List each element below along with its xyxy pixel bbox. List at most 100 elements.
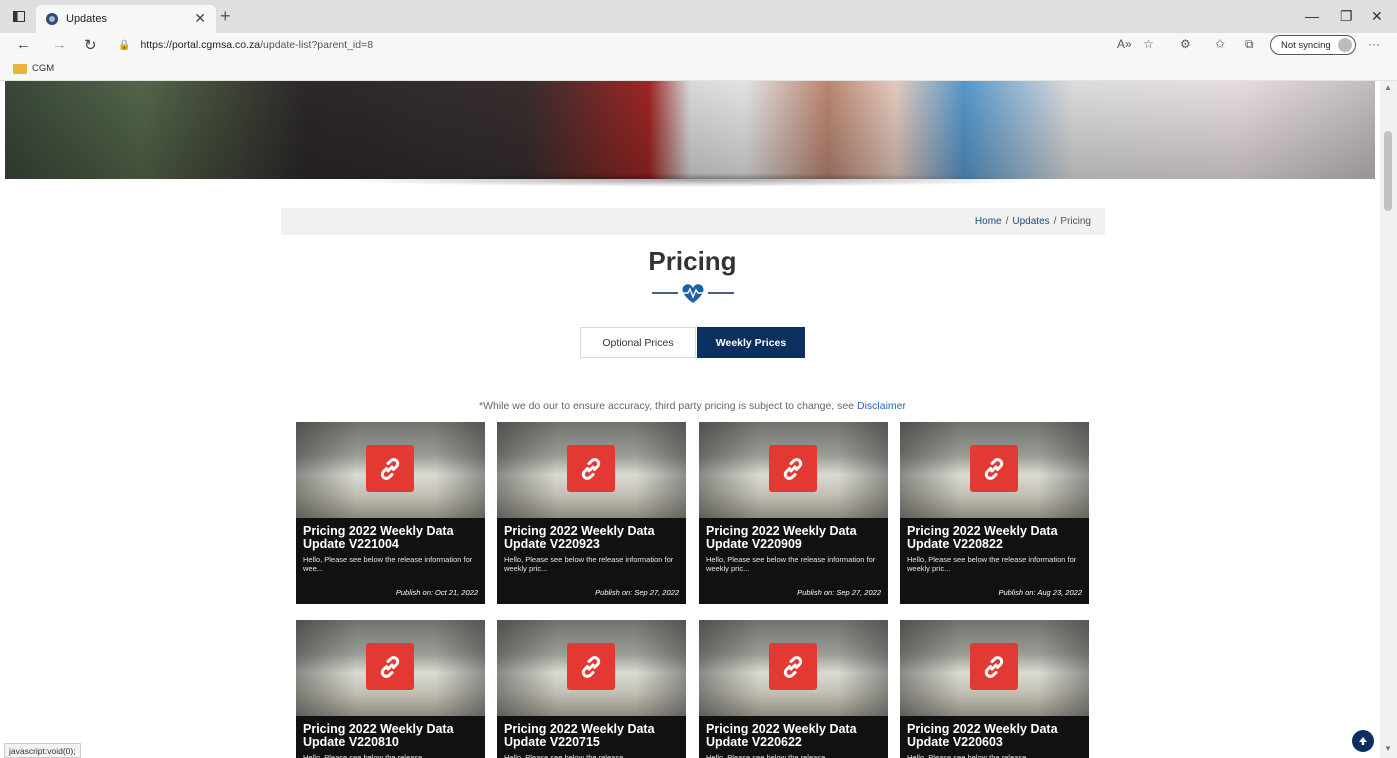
link-icon [366,445,414,492]
card-image-shade [497,620,557,716]
card-excerpt: Hello, Please see below the release info… [303,555,473,573]
card-publish-date: Publish on: Sep 27, 2022 [797,588,881,597]
card-image-shade [497,422,557,518]
card-body: Pricing 2022 Weekly Data Update V220603 H… [900,716,1089,758]
restore-icon[interactable]: ❐ [1340,8,1353,25]
update-card[interactable]: Pricing 2022 Weekly Data Update V220603 H… [900,620,1089,758]
collections-icon[interactable]: ⧉ [1245,37,1254,52]
update-card[interactable]: Pricing 2022 Weekly Data Update V220715 H… [497,620,686,758]
card-image-shade [838,422,888,518]
disclaimer-link[interactable]: Disclaimer [857,400,906,412]
update-card[interactable]: Pricing 2022 Weekly Data Update V220622 H… [699,620,888,758]
card-title[interactable]: Pricing 2022 Weekly Data Update V221004 [303,525,478,551]
card-thumbnail-image [900,620,1089,716]
card-publish-date: Publish on: Aug 23, 2022 [998,588,1082,597]
breadcrumb-updates[interactable]: Updates [1012,216,1049,227]
update-card[interactable]: Pricing 2022 Weekly Data Update V220909 H… [699,422,888,604]
card-publish-date: Publish on: Oct 21, 2022 [395,588,478,597]
price-tabs: Optional Prices Weekly Prices [580,327,805,358]
card-image-shade [900,620,960,716]
heartbeat-icon [652,284,734,303]
link-icon [970,445,1018,492]
minimize-icon[interactable]: — [1305,8,1319,24]
scroll-down-arrow-icon[interactable]: ▼ [1384,744,1392,753]
lock-icon[interactable]: 🔒 [118,40,130,51]
card-image-shade [435,422,485,518]
extensions-icon[interactable]: ⚙ [1180,37,1191,51]
address-input[interactable]: 🔒 https://portal.cgmsa.co.za/update-list… [118,35,1098,55]
avatar [1338,38,1352,52]
link-icon [769,445,817,492]
card-publish-date: Publish on: Sep 27, 2022 [595,588,679,597]
card-body: Pricing 2022 Weekly Data Update V220810 H… [296,716,485,758]
breadcrumb-current: Pricing [1060,216,1091,227]
update-card[interactable]: Pricing 2022 Weekly Data Update V220822 H… [900,422,1089,604]
back-to-top-button[interactable] [1352,730,1374,752]
link-icon [567,445,615,492]
card-thumbnail-image [296,422,485,518]
card-body: Pricing 2022 Weekly Data Update V221004 H… [296,518,485,574]
hero-curve-shadow [330,173,1050,187]
update-card[interactable]: Pricing 2022 Weekly Data Update V221004 H… [296,422,485,604]
update-card[interactable]: Pricing 2022 Weekly Data Update V220810 H… [296,620,485,758]
card-title[interactable]: Pricing 2022 Weekly Data Update V220909 [706,525,881,551]
card-thumbnail-image [296,620,485,716]
card-image-shade [1039,620,1089,716]
link-icon [366,643,414,690]
card-image-shade [636,422,686,518]
breadcrumb-home[interactable]: Home [975,216,1002,227]
update-card[interactable]: Pricing 2022 Weekly Data Update V220923 H… [497,422,686,604]
card-thumbnail-image [699,620,888,716]
scroll-up-arrow-icon[interactable]: ▲ [1384,83,1392,92]
tab-title: Updates [66,13,107,25]
card-title[interactable]: Pricing 2022 Weekly Data Update V220923 [504,525,679,551]
favorites-bar-icon[interactable]: ✩ [1215,37,1225,51]
bookmark-cgm[interactable]: CGM [32,63,54,74]
tab-optional-prices[interactable]: Optional Prices [580,327,696,358]
status-bar-url: javascript:void(0); [4,743,81,758]
card-title[interactable]: Pricing 2022 Weekly Data Update V220715 [504,723,679,749]
card-image-shade [900,422,960,518]
profile-sync-button[interactable]: Not syncing [1270,35,1356,55]
scrollbar-thumb[interactable] [1384,131,1392,211]
card-body: Pricing 2022 Weekly Data Update V220822 H… [900,518,1089,574]
close-icon[interactable]: ✕ [194,10,206,27]
card-title[interactable]: Pricing 2022 Weekly Data Update V220622 [706,723,881,749]
card-thumbnail-image [900,422,1089,518]
hero-shade [5,81,1375,179]
browser-tab[interactable]: Updates ✕ [36,5,216,33]
card-body: Pricing 2022 Weekly Data Update V220923 H… [497,518,686,574]
site-favicon-icon [46,13,58,25]
new-tab-icon[interactable]: + [220,6,231,27]
tab-weekly-prices[interactable]: Weekly Prices [697,327,805,358]
card-image-shade [435,620,485,716]
card-title[interactable]: Pricing 2022 Weekly Data Update V220810 [303,723,478,749]
forward-icon[interactable]: → [52,36,67,53]
card-excerpt: Hello, Please see below the release [706,753,826,758]
card-image-shade [699,422,759,518]
card-title[interactable]: Pricing 2022 Weekly Data Update V220603 [907,723,1082,749]
pricing-disclaimer-note: *While we do our to ensure accuracy, thi… [0,400,1380,412]
card-image-shade [838,620,888,716]
page-scrollbar[interactable]: ▲ ▼ [1380,81,1397,758]
card-excerpt: Hello, Please see below the release [303,753,423,758]
more-icon[interactable]: ··· [1368,37,1380,51]
sync-label: Not syncing [1281,39,1331,51]
window-close-icon[interactable]: ✕ [1371,8,1383,25]
web-page: Home / Updates / Pricing Pricing Optiona… [0,81,1380,758]
card-image-shade [296,620,356,716]
favorite-icon[interactable]: ☆ [1143,37,1154,51]
card-title[interactable]: Pricing 2022 Weekly Data Update V220822 [907,525,1082,551]
breadcrumb-separator: / [1005,216,1009,227]
window-icon[interactable] [10,7,28,25]
arrow-up-icon [1359,737,1367,745]
refresh-icon[interactable]: ↻ [84,36,97,54]
note-text: *While we do our to ensure accuracy, thi… [478,400,855,412]
card-excerpt: Hello, Please see below the release info… [706,555,876,573]
link-icon [970,643,1018,690]
card-excerpt: Hello, Please see below the release [504,753,624,758]
card-body: Pricing 2022 Weekly Data Update V220622 H… [699,716,888,758]
read-aloud-icon[interactable]: A» [1117,37,1132,51]
back-icon[interactable]: ← [16,36,31,53]
card-thumbnail-image [497,422,686,518]
